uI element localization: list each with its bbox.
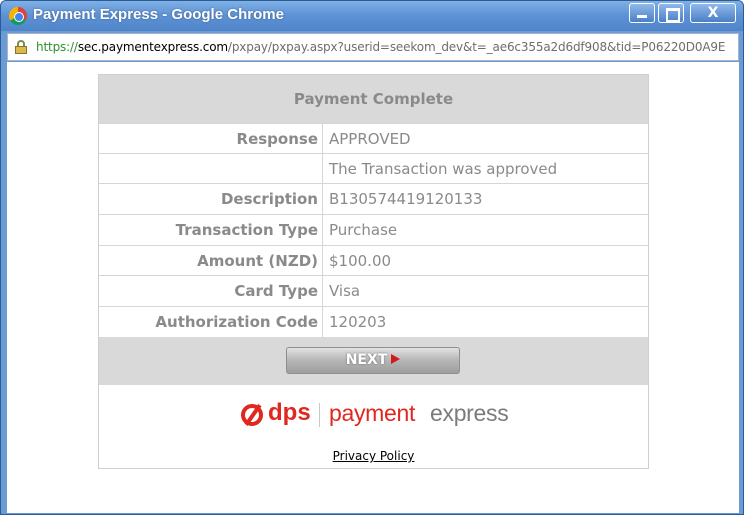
row-value: APPROVED bbox=[329, 130, 411, 148]
dps-logo: dps payment express bbox=[241, 399, 511, 431]
page-viewport: Payment Complete Response APPROVED The T… bbox=[7, 62, 739, 513]
table-row: Card Type Visa bbox=[99, 276, 648, 308]
logo-product-part2: express bbox=[430, 400, 509, 426]
panel-title: Payment Complete bbox=[99, 75, 648, 123]
title-bar[interactable]: Payment Express - Google Chrome X bbox=[1, 1, 743, 31]
table-row: Authorization Code 120203 bbox=[99, 307, 648, 338]
browser-window: Payment Express - Google Chrome X https:… bbox=[0, 0, 744, 515]
row-value: The Transaction was approved bbox=[329, 159, 558, 178]
url-host: sec.paymentexpress.com bbox=[77, 40, 228, 54]
logo-brand: dps bbox=[268, 399, 311, 426]
logo-divider bbox=[319, 403, 320, 427]
table-row: Description B130574419120133 bbox=[99, 184, 648, 216]
play-arrow-icon bbox=[391, 354, 401, 364]
url-path: /pxpay/pxpay.aspx?userid=seekom_dev&t=_a… bbox=[227, 40, 726, 54]
privacy-policy-link[interactable]: Privacy Policy bbox=[99, 449, 648, 463]
row-label: Amount (NZD) bbox=[99, 245, 323, 276]
next-button[interactable]: NEXT bbox=[286, 347, 460, 374]
window-title: Payment Express - Google Chrome bbox=[33, 6, 284, 23]
row-label: Card Type bbox=[99, 276, 323, 307]
dps-logo-icon bbox=[241, 404, 263, 426]
maximize-button[interactable] bbox=[658, 3, 684, 23]
row-value: 120203 bbox=[329, 313, 387, 332]
details-table: Response APPROVED The Transaction was ap… bbox=[99, 123, 648, 338]
minimize-button[interactable] bbox=[629, 3, 655, 23]
row-label: Transaction Type bbox=[99, 215, 323, 245]
table-row: Amount (NZD) $100.00 bbox=[99, 245, 648, 277]
row-label: Description bbox=[99, 184, 323, 215]
row-value: Purchase bbox=[329, 221, 398, 240]
table-row: Transaction Type Purchase bbox=[99, 215, 648, 246]
chrome-icon bbox=[9, 7, 27, 25]
url-scheme: https:// bbox=[36, 40, 78, 54]
next-label: NEXT bbox=[345, 352, 388, 368]
table-row: The Transaction was approved bbox=[99, 153, 648, 185]
table-row: Response APPROVED bbox=[99, 123, 648, 154]
row-label: Response bbox=[99, 124, 323, 153]
payment-panel: Payment Complete Response APPROVED The T… bbox=[98, 74, 649, 469]
row-label: Authorization Code bbox=[99, 307, 323, 337]
row-value: Visa bbox=[329, 282, 361, 301]
lock-icon[interactable] bbox=[15, 40, 27, 54]
close-button[interactable]: X bbox=[690, 3, 736, 23]
logo-product-part1: payment bbox=[329, 400, 416, 426]
row-label bbox=[99, 153, 323, 184]
row-value: $100.00 bbox=[329, 251, 392, 270]
next-bar: NEXT bbox=[99, 337, 648, 385]
address-bar[interactable]: https://sec.paymentexpress.com/pxpay/pxp… bbox=[7, 33, 739, 61]
url-text[interactable]: https://sec.paymentexpress.com/pxpay/pxp… bbox=[36, 40, 726, 54]
row-value: B130574419120133 bbox=[329, 190, 483, 209]
close-icon: X bbox=[707, 5, 719, 21]
